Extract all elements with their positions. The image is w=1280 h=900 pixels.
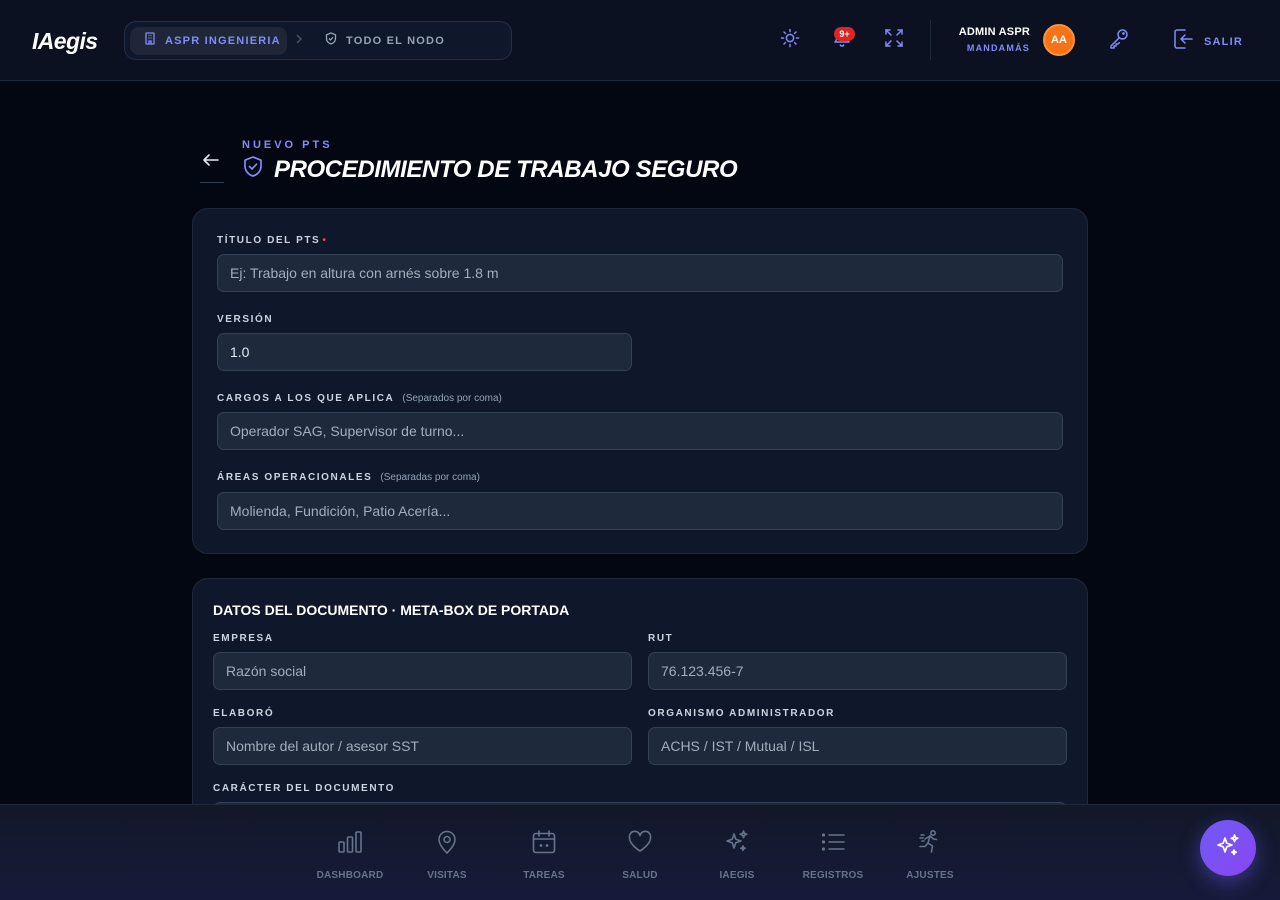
rut-label: RUT (648, 633, 674, 644)
logout-icon (1172, 27, 1194, 56)
chevron-right-icon (295, 33, 303, 48)
top-bar: IAegis ASPR INGENIERIA TODO EL NODO 9+ A… (0, 0, 1280, 81)
nav-label: TAREAS (523, 870, 565, 881)
organismo-input[interactable] (648, 727, 1067, 765)
sparkles-icon (724, 829, 750, 860)
bottom-nav: DASHBOARD VISITAS TAREAS SALUD IAEGIS RE… (0, 804, 1280, 900)
change-password-button[interactable] (1106, 27, 1132, 53)
version-input[interactable] (217, 333, 632, 371)
ai-assistant-fab[interactable] (1200, 820, 1256, 876)
areas-label: ÁREAS OPERACIONALES (Separadas por coma) (217, 472, 480, 483)
notifications-badge: 9+ (834, 27, 855, 41)
cargos-label: CARGOS A LOS QUE APLICA (Separados por co… (217, 393, 502, 404)
avatar[interactable]: AA (1043, 24, 1075, 56)
logout-button[interactable]: SALIR (1172, 27, 1243, 56)
areas-label-text: ÁREAS OPERACIONALES (217, 472, 373, 483)
nav-label: SALUD (622, 870, 658, 881)
pts-basic-card: TÍTULO DEL PTS• VERSIÓN CARGOS A LOS QUE… (192, 208, 1088, 554)
nav-item-dashboard[interactable]: DASHBOARD (302, 829, 398, 881)
breadcrumb-company-label: ASPR INGENIERIA (165, 35, 281, 47)
titulo-label-text: TÍTULO DEL PTS (217, 235, 321, 246)
cargos-input[interactable] (217, 412, 1063, 450)
nav-label: IAEGIS (719, 870, 755, 881)
nav-item-salud[interactable]: SALUD (592, 829, 688, 881)
cargos-label-text: CARGOS A LOS QUE APLICA (217, 393, 395, 404)
version-label: VERSIÓN (217, 314, 274, 325)
key-icon (1108, 27, 1130, 54)
caracter-label: CARÁCTER DEL DOCUMENTO (213, 783, 396, 794)
page-title: PROCEDIMIENTO DE TRABAJO SEGURO (242, 155, 738, 184)
back-button[interactable] (194, 144, 228, 184)
theme-toggle-button[interactable] (776, 26, 804, 54)
titulo-input[interactable] (217, 254, 1063, 292)
nav-item-registros[interactable]: REGISTROS (785, 829, 881, 881)
arrow-left-icon (201, 150, 221, 175)
elaboro-input[interactable] (213, 727, 632, 765)
shield-icon (325, 32, 337, 50)
nav-item-tareas[interactable]: TAREAS (496, 829, 592, 881)
list-icon (820, 829, 846, 860)
document-meta-card: DATOS DEL DOCUMENTO · META-BOX DE PORTAD… (192, 578, 1088, 840)
rut-input[interactable] (648, 652, 1067, 690)
user-name: ADMIN ASPR (958, 26, 1030, 38)
bar-chart-icon (337, 829, 363, 860)
sparkles-icon (1215, 833, 1241, 864)
nav-item-iaegis[interactable]: IAEGIS (689, 829, 785, 881)
page-title-text: PROCEDIMIENTO DE TRABAJO SEGURO (274, 155, 738, 183)
map-pin-icon (434, 829, 460, 860)
organismo-label: ORGANISMO ADMINISTRADOR (648, 708, 835, 719)
areas-hint: (Separadas por coma) (380, 472, 480, 483)
breadcrumb: ASPR INGENIERIA TODO EL NODO (124, 21, 512, 60)
breadcrumb-company[interactable]: ASPR INGENIERIA (130, 27, 287, 55)
sun-icon (780, 28, 800, 53)
titulo-label: TÍTULO DEL PTS • (217, 235, 327, 246)
shield-check-icon (242, 155, 264, 184)
logout-label: SALIR (1204, 35, 1243, 48)
back-button-underline (200, 182, 224, 183)
nav-label: AJUSTES (906, 870, 954, 881)
calendar-icon (531, 829, 557, 860)
required-mark: • (322, 235, 328, 246)
nav-item-visitas[interactable]: VISITAS (399, 829, 495, 881)
breadcrumb-node-label: TODO EL NODO (346, 35, 445, 47)
expand-icon (884, 28, 904, 53)
page-eyebrow: NUEVO PTS (242, 139, 333, 151)
fullscreen-button[interactable] (880, 26, 908, 54)
document-section-title: DATOS DEL DOCUMENTO · META-BOX DE PORTAD… (213, 602, 570, 618)
building-icon (144, 32, 156, 50)
cargos-hint: (Separados por coma) (402, 393, 502, 404)
nav-label: REGISTROS (802, 870, 864, 881)
header-divider (930, 20, 931, 60)
user-role: MANDAMÁS (966, 43, 1030, 53)
nav-label: VISITAS (427, 870, 467, 881)
elaboro-label: ELABORÓ (213, 708, 275, 719)
heart-icon (627, 829, 653, 860)
nav-label: DASHBOARD (316, 870, 384, 881)
running-person-icon (917, 829, 943, 860)
nav-item-ajustes[interactable]: AJUSTES (882, 829, 978, 881)
empresa-label: EMPRESA (213, 633, 274, 644)
breadcrumb-node[interactable]: TODO EL NODO (325, 27, 445, 55)
app-logo[interactable]: IAegis (32, 28, 98, 55)
empresa-input[interactable] (213, 652, 632, 690)
areas-input[interactable] (217, 492, 1063, 530)
